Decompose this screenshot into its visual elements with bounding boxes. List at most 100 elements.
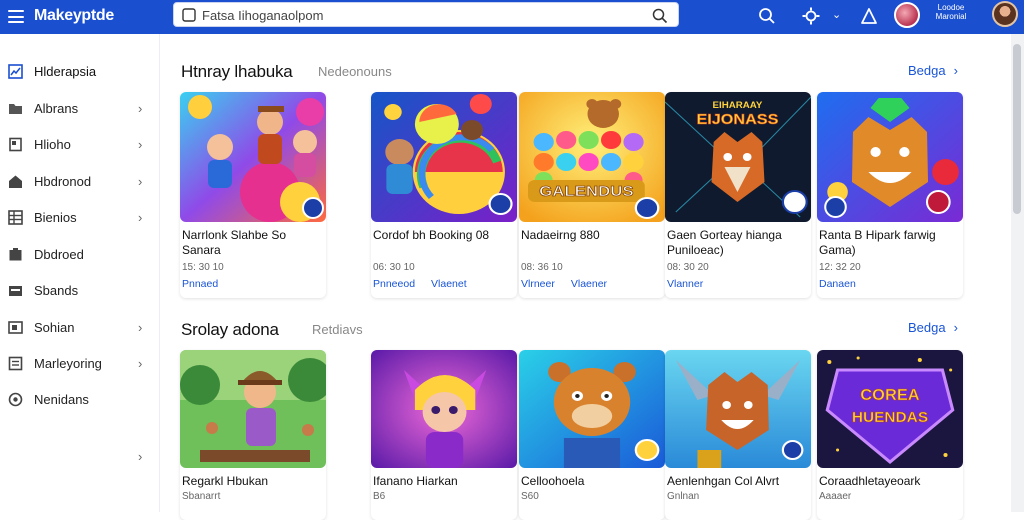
- game-thumbnail[interactable]: [180, 92, 326, 222]
- main-content: Htnray lhabuka Nedeonouns Bedga › Narrlon…: [160, 34, 1011, 520]
- svg-text:EIHARAAY: EIHARAAY: [713, 100, 764, 110]
- sidebar-item-5[interactable]: Bienios ›: [0, 202, 160, 232]
- card-link[interactable]: Danaen: [819, 278, 856, 290]
- svg-text:COREA: COREA: [860, 386, 920, 404]
- search-box[interactable]: [173, 2, 679, 27]
- card-title[interactable]: Nadaeirng 880: [521, 228, 663, 243]
- game-thumbnail[interactable]: [371, 350, 517, 468]
- card-meta: 15: 30 10: [182, 262, 224, 273]
- card-title[interactable]: Aenlenhgan Col Alvrt: [667, 474, 809, 489]
- grid-icon: [8, 209, 23, 225]
- alert-icon[interactable]: [859, 6, 879, 26]
- card-link[interactable]: Vlanner: [667, 278, 703, 290]
- card-links: Pnneeod Vlaenet: [373, 278, 467, 290]
- settings-icon[interactable]: [801, 6, 821, 26]
- section-subtitle: Retdiavs: [312, 322, 363, 337]
- svg-text:HUENDAS: HUENDAS: [852, 409, 928, 426]
- card-meta: 08: 36 10: [521, 262, 563, 273]
- game-thumbnail[interactable]: [371, 92, 517, 222]
- sidebar-item-10[interactable]: Nenidans: [0, 384, 160, 414]
- card-title[interactable]: Ifanano Hiarkan: [373, 474, 515, 489]
- sidebar-item-9[interactable]: Marleyoring ›: [0, 348, 160, 378]
- card-links: Pnnaed: [182, 278, 218, 290]
- sidebar: Hlderapsia Albrans › Hlioho › Hbdronod ›…: [0, 34, 160, 512]
- card-icon: [9, 285, 22, 296]
- badge-avatar[interactable]: [894, 2, 920, 28]
- gear-icon: [8, 392, 23, 406]
- game-thumbnail[interactable]: GALENDUS: [519, 92, 665, 222]
- game-card[interactable]: Ifanano Hiarkan B6: [371, 350, 517, 520]
- search-icon: [182, 8, 196, 22]
- game-thumbnail[interactable]: [519, 350, 665, 468]
- game-thumbnail[interactable]: EIHARAAY EIJONASS: [665, 92, 811, 222]
- chevron-right-icon: ›: [138, 100, 143, 116]
- section-title: Htnray lhabuka: [181, 62, 293, 81]
- see-all-link[interactable]: Bedga ›: [908, 63, 958, 78]
- sidebar-item-2[interactable]: Albrans ›: [0, 93, 160, 123]
- chevron-right-icon: ›: [138, 319, 143, 335]
- game-card[interactable]: COREA HUENDAS Coraadhletayeoark Aaaaer: [817, 350, 963, 520]
- game-card[interactable]: Narrlonk Slahbe So Sanara 15: 30 10 Pnna…: [180, 92, 326, 298]
- user-name[interactable]: Loodoe Maronial: [926, 3, 976, 21]
- game-card[interactable]: Cordof bh Booking 08 06: 30 10 Pnneeod Vl…: [371, 92, 517, 298]
- chevron-right-icon: ›: [138, 136, 143, 152]
- card-title[interactable]: Narrlonk Slahbe So Sanara: [182, 228, 324, 258]
- game-card[interactable]: Regarkl Hbukan Sbanarrt: [180, 350, 326, 520]
- sidebar-item-6[interactable]: Dbdroed: [0, 239, 160, 269]
- card-title[interactable]: Gaen Gorteay hianga Puniloeac): [667, 228, 809, 258]
- sidebar-item-3[interactable]: Hlioho ›: [0, 129, 160, 159]
- card-meta: 08: 30 20: [667, 262, 709, 273]
- see-all-link[interactable]: Bedga ›: [908, 320, 958, 335]
- game-thumbnail[interactable]: [180, 350, 326, 468]
- card-link[interactable]: Vlaener: [571, 278, 607, 290]
- brand-logo[interactable]: Makeyptde: [34, 7, 114, 25]
- card-title[interactable]: Coraadhletayeoark: [819, 474, 961, 489]
- card-link[interactable]: Vlaenet: [431, 278, 467, 290]
- chevron-right-icon: ›: [138, 173, 143, 189]
- search-input[interactable]: [202, 6, 622, 24]
- card-title[interactable]: Ranta B Hipark farwig Gama): [819, 228, 961, 258]
- game-card[interactable]: Celloohoela S60: [519, 350, 665, 520]
- card-meta: Sbanarrt: [182, 491, 221, 502]
- scrollbar-thumb[interactable]: [1013, 44, 1021, 214]
- search-submit-icon[interactable]: [652, 8, 668, 24]
- folder-icon: [9, 103, 22, 114]
- chevron-right-icon: ›: [138, 209, 143, 225]
- card-meta: 06: 30 10: [373, 262, 415, 273]
- sidebar-item-label: Nenidans: [34, 391, 89, 407]
- svg-text:GALENDUS: GALENDUS: [539, 184, 633, 200]
- sidebar-item-7[interactable]: Sbands: [0, 275, 160, 305]
- sidebar-item-1[interactable]: Hlderapsia: [0, 56, 160, 86]
- sidebar-item-8[interactable]: Sohian ›: [0, 312, 160, 342]
- card-link[interactable]: Pnnaed: [182, 278, 218, 290]
- card-title[interactable]: Regarkl Hbukan: [182, 474, 324, 489]
- scrollbar[interactable]: [1011, 34, 1024, 512]
- search-icon[interactable]: [757, 6, 777, 26]
- sidebar-item-label: Albrans: [34, 100, 79, 116]
- card-link[interactable]: Vlrneer: [521, 278, 555, 290]
- chevron-down-icon[interactable]: ⌄: [832, 8, 841, 21]
- card-meta: Gnlnan: [667, 491, 700, 502]
- sidebar-item-4[interactable]: Hbdronod ›: [0, 166, 160, 196]
- chevron-right-icon[interactable]: ›: [138, 449, 142, 464]
- document-icon: [9, 137, 22, 151]
- sidebar-item-label: Hlioho: [34, 136, 71, 152]
- card-title[interactable]: Celloohoela: [521, 474, 663, 489]
- user-avatar[interactable]: [992, 1, 1018, 27]
- game-thumbnail[interactable]: COREA HUENDAS: [817, 350, 963, 468]
- menu-icon[interactable]: [8, 10, 24, 23]
- game-thumbnail[interactable]: [817, 92, 963, 222]
- game-card[interactable]: Aenlenhgan Col Alvrt Gnlnan: [665, 350, 811, 520]
- sidebar-item-label: Sbands: [34, 282, 79, 298]
- sidebar-item-label: Marleyoring: [34, 355, 102, 371]
- game-thumbnail[interactable]: [665, 350, 811, 468]
- card-link[interactable]: Pnneeod: [373, 278, 415, 290]
- chevron-right-icon: ›: [953, 320, 958, 335]
- svg-text:EIJONASS: EIJONASS: [696, 112, 778, 128]
- chevron-right-icon: ›: [953, 63, 958, 78]
- card-title[interactable]: Cordof bh Booking 08: [373, 228, 515, 243]
- game-card[interactable]: Ranta B Hipark farwig Gama) 12: 32 20 Da…: [817, 92, 963, 298]
- game-card[interactable]: EIHARAAY EIJONASS Gaen Gorteay hianga Pu…: [665, 92, 811, 298]
- game-card[interactable]: GALENDUS Nadaeirng 880 08: 36 10 Vlrneer…: [519, 92, 665, 298]
- archive-icon: [8, 320, 23, 334]
